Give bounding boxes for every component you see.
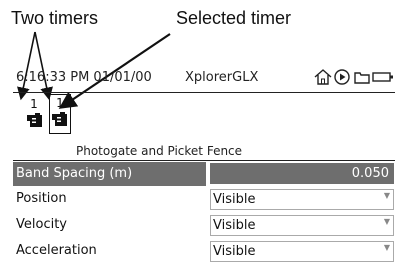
home-icon[interactable] bbox=[313, 68, 333, 90]
dropdown-arrow-icon: ▼ bbox=[383, 217, 390, 226]
property-label: Acceleration bbox=[16, 243, 97, 258]
property-value: Visible bbox=[213, 218, 256, 233]
status-bar: 6:16:33 PM 01/01/00 XplorerGLX bbox=[13, 62, 395, 93]
timer-1[interactable]: 1 bbox=[25, 96, 43, 132]
selected-timer-callout: Selected timer bbox=[176, 8, 292, 28]
property-row-position[interactable]: Position Visible ▼ bbox=[13, 187, 395, 212]
dropdown-arrow-icon: ▼ bbox=[383, 191, 390, 200]
band-spacing-field[interactable]: 0.050 bbox=[210, 163, 394, 184]
two-timers-callout: Two timers bbox=[11, 8, 99, 28]
timer-icon bbox=[27, 113, 42, 127]
app-name: XplorerGLX bbox=[185, 70, 259, 85]
property-value: Visible bbox=[213, 192, 256, 207]
timer-2-number: 1 bbox=[56, 96, 64, 110]
position-dropdown[interactable]: Visible ▼ bbox=[210, 189, 394, 210]
glx-screen: 6:16:33 PM 01/01/00 XplorerGLX 1 1 Photo… bbox=[13, 62, 395, 268]
acceleration-dropdown[interactable]: Visible ▼ bbox=[210, 241, 394, 262]
velocity-dropdown[interactable]: Visible ▼ bbox=[210, 215, 394, 236]
property-label: Velocity bbox=[16, 217, 67, 232]
battery-icon bbox=[372, 68, 394, 90]
play-icon[interactable] bbox=[333, 68, 351, 90]
property-label: Position bbox=[16, 191, 67, 206]
property-row-band-spacing[interactable]: Band Spacing (m) 0.050 bbox=[13, 161, 395, 186]
timer-1-number: 1 bbox=[30, 97, 38, 111]
property-row-velocity[interactable]: Velocity Visible ▼ bbox=[13, 213, 395, 238]
status-datetime: 6:16:33 PM 01/01/00 bbox=[16, 70, 152, 85]
timer-2-selected[interactable]: 1 bbox=[49, 94, 71, 134]
timer-icon bbox=[52, 112, 67, 126]
property-value: 0.050 bbox=[351, 166, 389, 181]
property-value: Visible bbox=[213, 244, 256, 259]
sensor-title-text: Photogate and Picket Fence bbox=[76, 144, 243, 158]
dropdown-arrow-icon: ▼ bbox=[383, 243, 390, 252]
sensor-title: Photogate and Picket Fence bbox=[13, 142, 395, 160]
folder-icon[interactable] bbox=[353, 68, 371, 90]
property-row-acceleration[interactable]: Acceleration Visible ▼ bbox=[13, 239, 395, 264]
property-label: Band Spacing (m) bbox=[13, 162, 206, 186]
